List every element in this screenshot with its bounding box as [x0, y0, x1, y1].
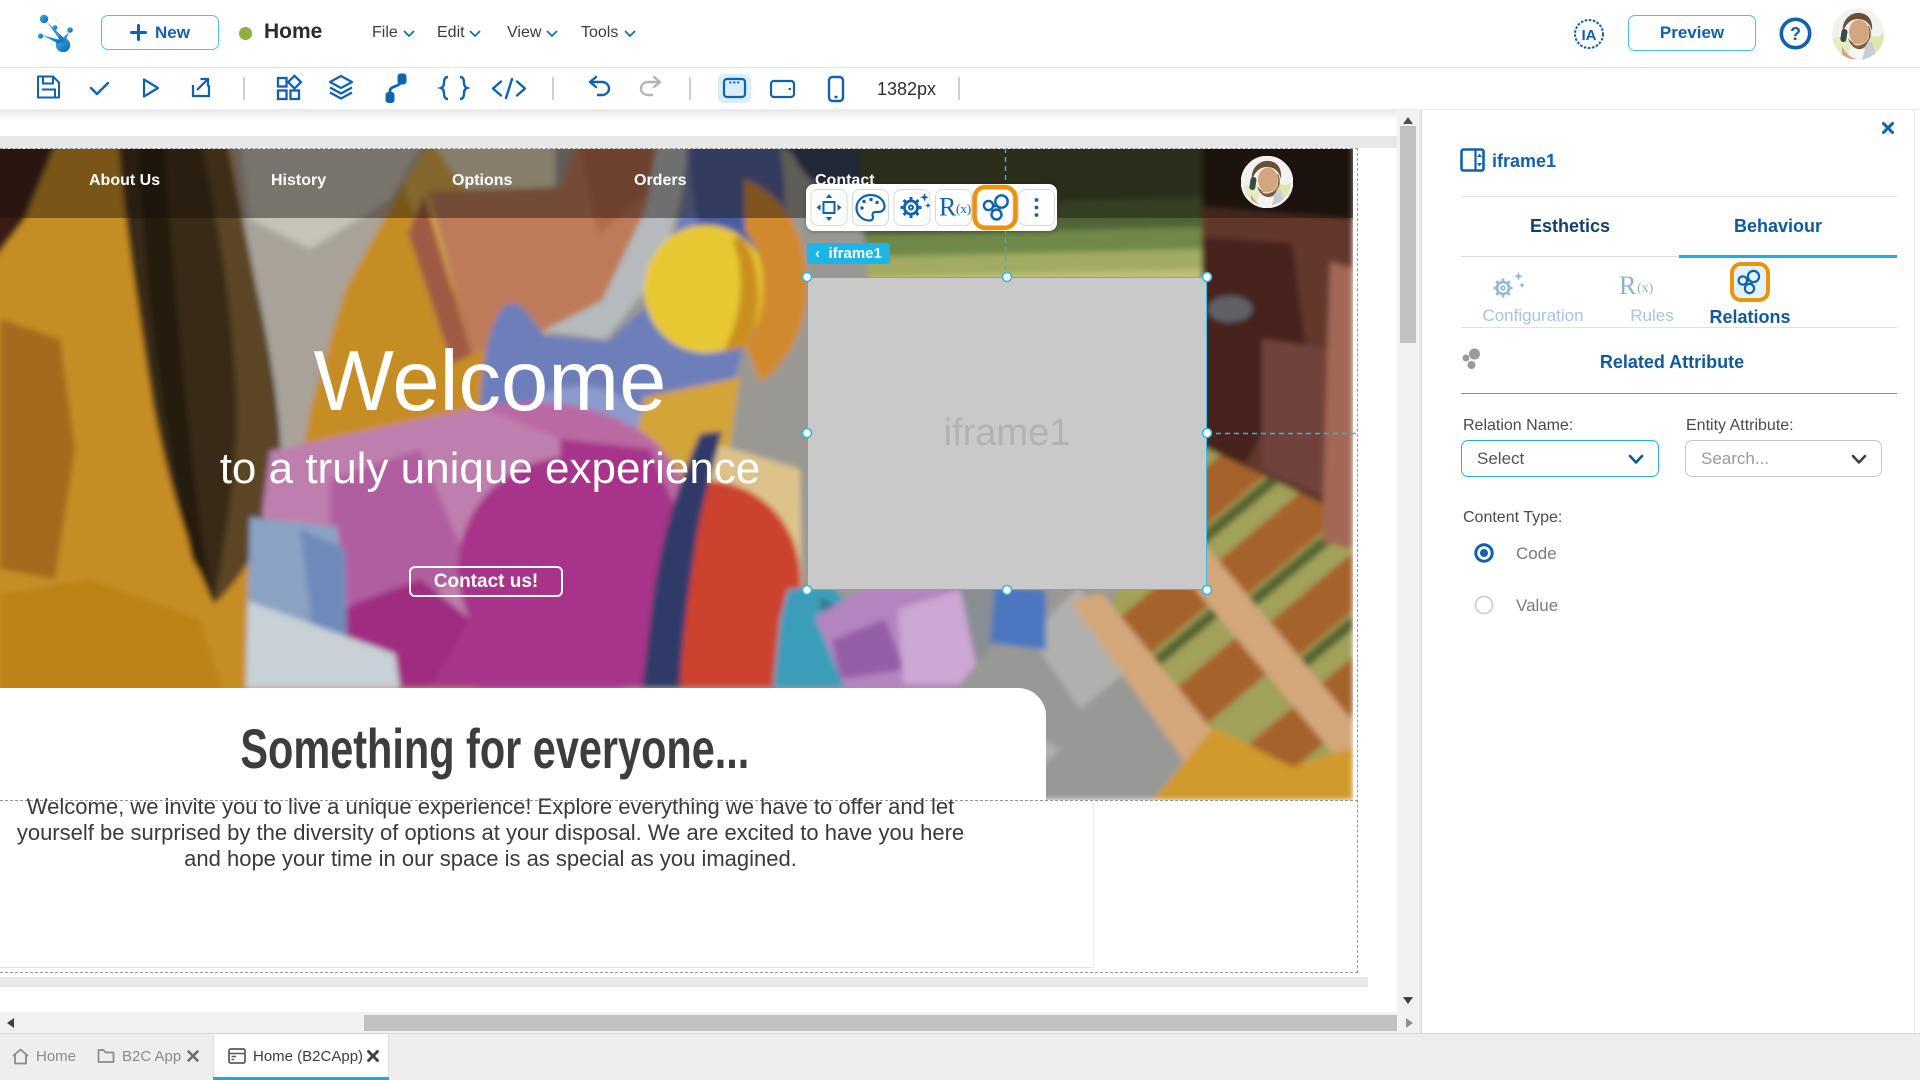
svg-text:R: R — [939, 193, 957, 222]
svg-text:?: ? — [1790, 24, 1801, 44]
svg-text:1382px: 1382px — [877, 79, 936, 99]
svg-text:R: R — [1619, 271, 1637, 300]
svg-text:(x): (x) — [956, 201, 971, 216]
svg-text:IA: IA — [1582, 27, 1597, 44]
svg-text:(x): (x) — [1637, 281, 1654, 296]
